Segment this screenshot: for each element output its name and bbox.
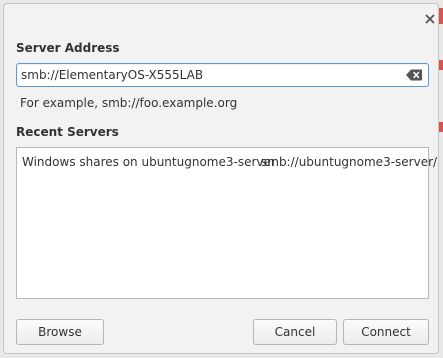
connect-button[interactable]: Connect [343,319,429,345]
recent-server-uri: smb://ubuntugnome3-server/ [261,155,438,169]
server-address-input[interactable] [21,64,396,86]
backspace-clear-icon [406,69,422,81]
connect-to-server-dialog: Server Address For example, smb://foo.ex… [3,3,439,354]
recent-servers-label: Recent Servers [16,125,119,139]
close-icon [425,14,435,24]
recent-server-item[interactable]: Windows shares on ubuntugnome3-server sm… [18,149,437,175]
server-address-field[interactable] [16,63,429,87]
close-button[interactable] [423,12,437,26]
recent-server-name: Windows shares on ubuntugnome3-server [22,155,276,169]
background-window-edge [439,60,443,70]
server-address-label: Server Address [16,41,120,55]
browse-button[interactable]: Browse [16,319,104,345]
cancel-button[interactable]: Cancel [253,319,337,345]
background-window-edge [439,122,443,132]
recent-servers-list[interactable]: Windows shares on ubuntugnome3-server sm… [16,147,437,299]
background-window-edge [439,8,443,24]
address-hint: For example, smb://foo.example.org [20,96,238,110]
clear-text-button[interactable] [406,69,422,81]
